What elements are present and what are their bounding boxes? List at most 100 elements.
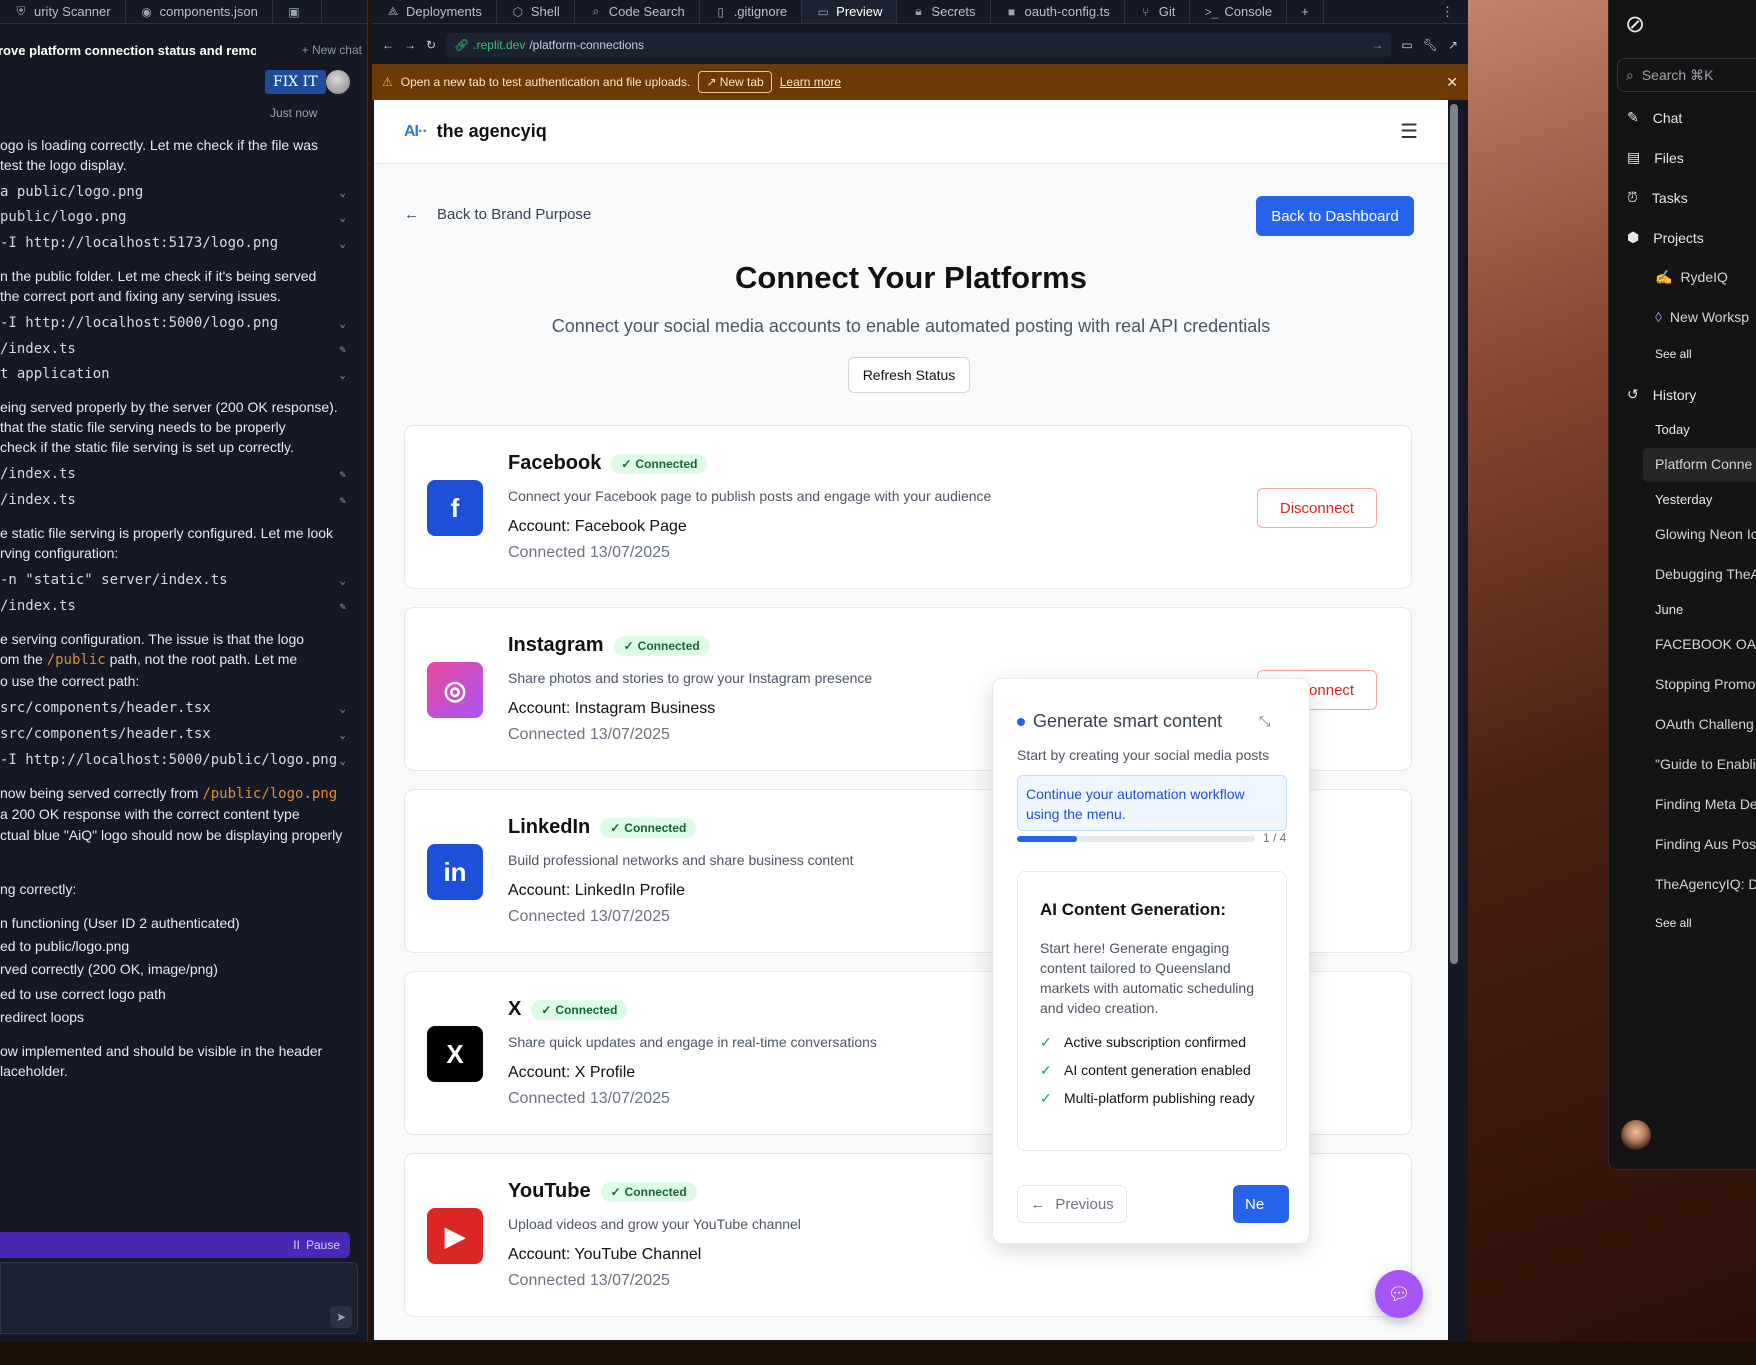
forward-arrow-icon[interactable]: →: [404, 38, 416, 52]
edit-icon[interactable]: ✎: [339, 600, 346, 613]
chevron-down-icon[interactable]: ⌄: [339, 317, 346, 330]
agent-tab-0[interactable]: ⛨ urity Scanner: [0, 0, 126, 23]
tool-call-row[interactable]: -n "static" server/index.ts ⌄: [0, 568, 350, 592]
history-item[interactable]: OAuth Challeng: [1655, 716, 1754, 732]
chat-bubble-icon[interactable]: 💬︎: [1375, 1270, 1423, 1318]
pause-button[interactable]: II Pause: [0, 1232, 350, 1258]
history-item[interactable]: Glowing Neon Ic: [1655, 526, 1756, 542]
history-item[interactable]: Debugging TheA: [1655, 566, 1756, 582]
next-button[interactable]: Ne: [1233, 1185, 1289, 1223]
edit-icon[interactable]: ✎: [339, 343, 346, 356]
sidebar-item-projects[interactable]: ⬢ Projects: [1627, 229, 1704, 246]
devtools-icon[interactable]: 🔧︎: [1423, 38, 1438, 52]
tool-call-row[interactable]: public/logo.png ⌄: [0, 205, 350, 229]
history-item[interactable]: Finding Meta De: [1655, 796, 1756, 812]
sidebar-item-tasks[interactable]: ⏰︎ Tasks: [1627, 189, 1688, 206]
platform-account: Account: YouTube Channel: [508, 1246, 702, 1263]
learn-more-link[interactable]: Learn more: [780, 75, 841, 89]
sidebar-item-label: Projects: [1653, 229, 1704, 246]
previous-button[interactable]: ← Previous: [1017, 1185, 1127, 1223]
workspace-tab-oauth-config-ts[interactable]: ■ oauth-config.ts: [991, 0, 1125, 23]
new-tab-button[interactable]: ↗ New tab: [698, 71, 772, 93]
tool-call-row[interactable]: -I http://localhost:5173/logo.png ⌄: [0, 231, 350, 255]
sidebar-item-history[interactable]: ↺ History: [1627, 386, 1696, 403]
check-circle-icon: ✓: [541, 1002, 552, 1017]
workspace-tab--gitignore[interactable]: ▯ .gitignore: [700, 0, 803, 23]
tool-call-row[interactable]: src/components/header.tsx ⌄: [0, 696, 350, 720]
tool-call-row[interactable]: /index.ts ✎: [0, 488, 350, 512]
tool-call-text: -I http://localhost:5173/logo.png: [0, 235, 279, 251]
tool-call-row[interactable]: /index.ts ✎: [0, 462, 350, 486]
history-item[interactable]: Platform Conne: [1655, 456, 1752, 472]
sidebar-search-placeholder: Search ⌘K: [1641, 66, 1714, 83]
chevron-down-icon[interactable]: ⌄: [339, 368, 346, 381]
close-icon[interactable]: ✕: [1446, 74, 1458, 91]
see-all-projects-link[interactable]: See all: [1655, 347, 1692, 361]
chevron-down-icon[interactable]: ⌄: [339, 574, 346, 587]
new-chat-button[interactable]: + New chat: [302, 43, 362, 57]
history-item[interactable]: "Guide to Enabli: [1655, 756, 1756, 772]
history-item[interactable]: FACEBOOK OA: [1655, 636, 1756, 652]
tool-call-row[interactable]: a public/logo.png ⌄: [0, 180, 350, 204]
workspace-tab-git[interactable]: ⑂ Git: [1125, 0, 1191, 23]
more-options-icon[interactable]: ⋮: [1427, 0, 1468, 23]
workspace-tab-shell[interactable]: ⬡ Shell: [497, 0, 575, 23]
url-field[interactable]: 🔗︎ .replit.dev/platform-connections →: [446, 33, 1392, 57]
sidebar-item-label: History: [1652, 386, 1697, 403]
brand-logo[interactable]: AI··: [404, 123, 428, 141]
tool-call-row[interactable]: /index.ts ✎: [0, 337, 350, 361]
minimize-icon[interactable]: ⤡: [1259, 713, 1270, 730]
tool-call-row[interactable]: /index.ts ✎: [0, 594, 350, 618]
agent-tab-2[interactable]: ▣: [273, 0, 322, 23]
tool-call-row[interactable]: t application ⌄: [0, 362, 350, 386]
history-item[interactable]: Stopping Promo: [1655, 676, 1755, 692]
chevron-down-icon[interactable]: ⌄: [339, 754, 346, 767]
chat-title[interactable]: rove platform connection status and remo…: [0, 43, 256, 58]
tool-call-row[interactable]: src/components/header.tsx ⌄: [0, 722, 350, 746]
workspace-tab-deployments[interactable]: ⟁ Deployments: [372, 0, 497, 23]
chevron-down-icon[interactable]: ⌄: [339, 702, 346, 715]
workspace-tab-preview[interactable]: ▭ Preview: [802, 0, 898, 23]
workspace-tab-secrets[interactable]: 🔒︎ Secrets: [897, 0, 991, 23]
projects-icon: ⬢: [1627, 229, 1640, 245]
chat-input[interactable]: [0, 1262, 358, 1334]
tool-call-row[interactable]: -I http://localhost:5000/public/logo.png…: [0, 748, 350, 772]
workspace-tab-code-search[interactable]: ⌕ Code Search: [575, 0, 700, 23]
history-item[interactable]: TheAgencyIQ: D: [1655, 876, 1756, 892]
sidebar-item-chat[interactable]: ✎ Chat: [1627, 109, 1682, 126]
reload-icon[interactable]: ↻: [426, 38, 436, 52]
back-arrow-icon[interactable]: ←: [382, 38, 394, 52]
chevron-down-icon[interactable]: ⌄: [339, 186, 346, 199]
open-external-icon[interactable]: ↗: [1448, 38, 1458, 52]
workspace-tab-console[interactable]: >_ Console: [1190, 0, 1288, 23]
profile-avatar[interactable]: [1621, 1120, 1651, 1150]
project-item[interactable]: ✍ RydeIQ: [1655, 269, 1728, 286]
history-item[interactable]: Finding Aus Pos: [1655, 836, 1756, 852]
preview-pane: ⟁ Deployments ⬡ Shell ⌕ Code Search ▯ .gitignor…: [372, 0, 1468, 1342]
sidebar-item-files[interactable]: ▤ Files: [1627, 149, 1684, 166]
back-to-brand-purpose-link[interactable]: ← Back to Brand Purpose: [404, 206, 591, 223]
sidebar-search[interactable]: ⌕ Search ⌘K: [1617, 58, 1756, 92]
hamburger-menu-icon[interactable]: ☰: [1400, 119, 1418, 144]
project-item[interactable]: ◊ New Worksp: [1655, 309, 1749, 325]
devices-icon[interactable]: ▭: [1401, 38, 1412, 52]
status-text: Connected: [635, 456, 698, 471]
add-tab-icon[interactable]: +: [1287, 0, 1324, 23]
tool-call-row[interactable]: -I http://localhost:5000/logo.png ⌄: [0, 311, 350, 335]
chevron-down-icon[interactable]: ⌄: [339, 211, 346, 224]
brand-name[interactable]: the agencyiq: [437, 121, 547, 142]
scrollbar[interactable]: [1450, 104, 1458, 964]
go-arrow-icon[interactable]: →: [1371, 38, 1383, 52]
back-to-dashboard-button[interactable]: Back to Dashboard: [1256, 196, 1414, 236]
app-logo-icon[interactable]: ⊘: [1625, 10, 1645, 39]
edit-icon[interactable]: ✎: [339, 494, 346, 507]
agent-message-line: eing served properly by the server (200 …: [0, 399, 338, 415]
chevron-down-icon[interactable]: ⌄: [339, 728, 346, 741]
edit-icon[interactable]: ✎: [339, 468, 346, 481]
chevron-down-icon[interactable]: ⌄: [339, 237, 346, 250]
agent-tab-1[interactable]: ◉ components.json: [126, 0, 273, 23]
refresh-status-button[interactable]: Refresh Status: [848, 357, 970, 393]
send-icon[interactable]: ➤: [330, 1306, 352, 1328]
disconnect-button[interactable]: Disconnect: [1257, 488, 1377, 528]
see-all-history-link[interactable]: See all: [1655, 916, 1692, 930]
